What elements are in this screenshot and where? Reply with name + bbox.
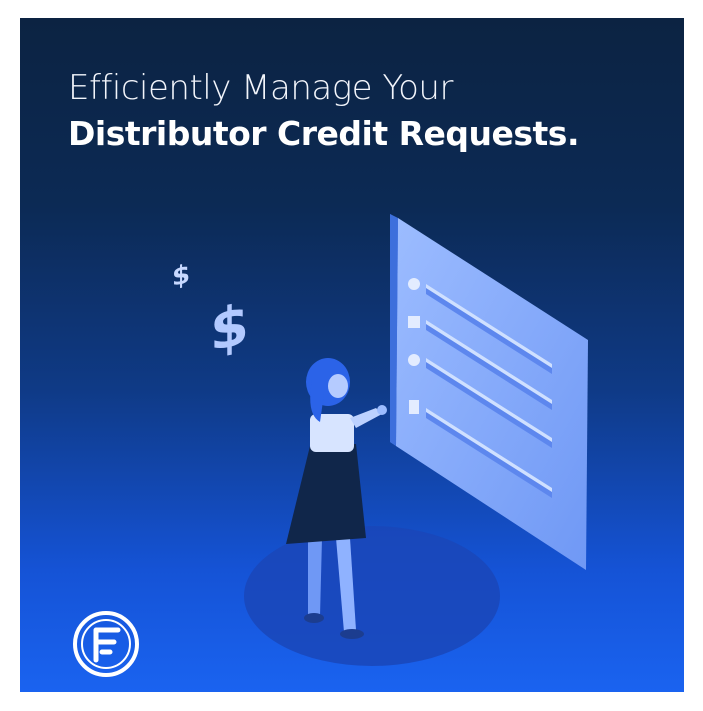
dollar-small-icon: $ [172, 259, 190, 293]
svg-text:$: $ [210, 291, 249, 365]
promo-banner: Efficiently Manage Your Distributor Cred… [20, 18, 684, 692]
checklist-panel [390, 214, 588, 570]
brand-f-logo-icon [73, 611, 139, 677]
illustration: $ $ [172, 214, 588, 666]
svg-text:$: $ [172, 259, 190, 293]
floor-shadow [244, 526, 500, 666]
dollar-large-icon: $ [210, 291, 249, 365]
